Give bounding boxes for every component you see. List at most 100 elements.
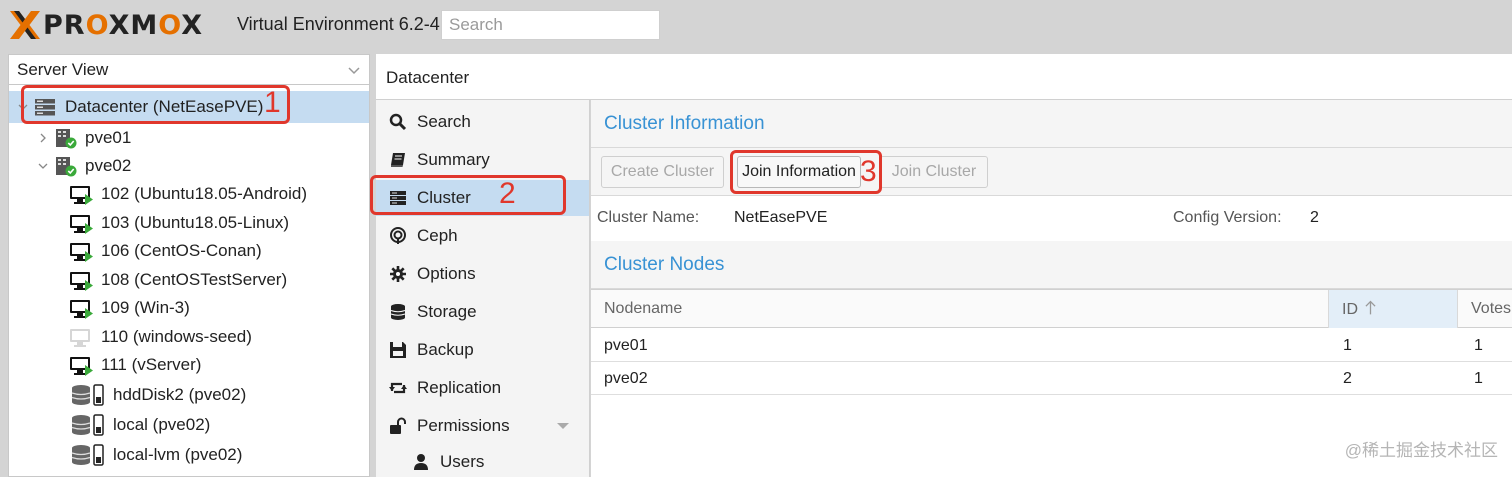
proxmox-logo: PROXMOX bbox=[8, 8, 203, 42]
nav-item-label: Ceph bbox=[417, 226, 458, 245]
nav-item-ceph[interactable]: Ceph bbox=[376, 218, 589, 254]
tree-item-label: 103 (Ubuntu18.05-Linux) bbox=[101, 212, 290, 232]
config-version-value: 2 bbox=[1310, 209, 1319, 226]
cluster-nodes-title: Cluster Nodes bbox=[591, 241, 1512, 289]
join-cluster-button[interactable]: Join Cluster bbox=[880, 156, 988, 188]
nav-item-label: Options bbox=[417, 264, 476, 283]
cluster-info-row: Cluster Name: NetEasePVE Config Version:… bbox=[591, 197, 1512, 241]
tree-item-label: 102 (Ubuntu18.05-Android) bbox=[101, 183, 308, 203]
chevron-down-icon bbox=[348, 66, 360, 74]
cell-id: 1 bbox=[1343, 337, 1352, 354]
tree-item-vm[interactable]: 102 (Ubuntu18.05-Android) bbox=[9, 179, 369, 208]
search-icon bbox=[389, 113, 407, 131]
annotation-number: 1 bbox=[264, 86, 281, 119]
nav-item-label: Replication bbox=[417, 378, 502, 397]
tree-item-vm[interactable]: 108 (CentOSTestServer) bbox=[9, 265, 369, 294]
logo-wordmark: PROXMOX bbox=[43, 9, 204, 41]
cell-votes: 1 bbox=[1474, 337, 1483, 354]
annotation-number: 2 bbox=[499, 177, 516, 210]
gear-icon bbox=[390, 266, 406, 282]
tree-item-label: local (pve02) bbox=[113, 415, 211, 434]
database-icon bbox=[390, 304, 406, 320]
cell-nodename: pve02 bbox=[604, 370, 648, 387]
user-icon bbox=[414, 454, 428, 470]
create-cluster-button[interactable]: Create Cluster bbox=[601, 156, 724, 188]
cluster-name-label: Cluster Name: bbox=[597, 209, 700, 226]
nav-item-backup[interactable]: Backup bbox=[376, 332, 589, 368]
vm-running-icon bbox=[70, 299, 93, 319]
tree-item-vm[interactable]: 109 (Win-3) bbox=[9, 293, 369, 322]
nav-item-label: Backup bbox=[417, 340, 474, 359]
vm-running-icon bbox=[70, 356, 93, 376]
retweet-icon bbox=[389, 382, 407, 394]
view-selector[interactable]: Server View bbox=[9, 55, 369, 85]
vm-stopped-icon bbox=[70, 328, 90, 347]
column-label: Nodename bbox=[604, 300, 683, 317]
book-icon bbox=[391, 153, 405, 167]
nav-item-summary[interactable]: Summary bbox=[376, 142, 589, 178]
tree-item-label: pve02 bbox=[85, 156, 132, 175]
nav-item-replication[interactable]: Replication bbox=[376, 370, 589, 406]
tree-item-label: hddDisk2 (pve02) bbox=[113, 385, 247, 404]
sort-ascending-icon bbox=[1365, 300, 1376, 315]
tree-item-label: 111 (vServer) bbox=[101, 354, 202, 374]
tree-item-storage[interactable]: local-lvm (pve02) bbox=[9, 440, 369, 470]
tree-item-node[interactable]: pve02 bbox=[9, 151, 369, 181]
table-row[interactable]: pve01 1 1 bbox=[591, 329, 1512, 362]
floppy-icon bbox=[390, 342, 406, 358]
tree-item-label: local-lvm (pve02) bbox=[113, 445, 243, 464]
storage-icon bbox=[71, 444, 104, 466]
nav-item-search[interactable]: Search bbox=[376, 104, 589, 140]
tree-item-label: pve01 bbox=[85, 128, 132, 147]
nav-item-label: Search bbox=[417, 112, 471, 131]
tree-item-storage[interactable]: local (pve02) bbox=[9, 410, 369, 440]
annotation-number: 3 bbox=[860, 155, 877, 188]
annotation-box bbox=[370, 175, 566, 215]
tree-item-node[interactable]: pve01 bbox=[9, 123, 369, 153]
storage-icon bbox=[71, 414, 104, 436]
annotation-box bbox=[21, 85, 290, 124]
cell-votes: 1 bbox=[1474, 370, 1483, 387]
watermark: @稀土掘金技术社区 bbox=[1344, 441, 1498, 460]
config-version-label: Config Version: bbox=[1173, 209, 1282, 226]
nav-item-options[interactable]: Options bbox=[376, 256, 589, 292]
proxmox-x-icon bbox=[10, 11, 40, 39]
tree-item-vm[interactable]: 103 (Ubuntu18.05-Linux) bbox=[9, 208, 369, 237]
nav-item-permissions[interactable]: Permissions bbox=[376, 408, 589, 444]
tree-item-vm[interactable]: 110 (windows-seed) bbox=[9, 322, 369, 351]
cluster-name-value: NetEasePVE bbox=[734, 209, 828, 226]
tree-item-label: 106 (CentOS-Conan) bbox=[101, 240, 262, 260]
nav-item-storage[interactable]: Storage bbox=[376, 294, 589, 330]
table-row[interactable]: pve02 2 1 bbox=[591, 362, 1512, 395]
chevron-right-icon bbox=[40, 133, 46, 143]
column-nodename[interactable]: Nodename bbox=[591, 290, 1329, 328]
storage-icon bbox=[71, 384, 104, 406]
nodes-grid-header: Nodename ID Votes bbox=[591, 289, 1512, 328]
vm-running-icon bbox=[70, 271, 93, 291]
view-selector-label: Server View bbox=[17, 59, 109, 79]
panel-title: Datacenter bbox=[376, 54, 1512, 100]
tree-item-label: 108 (CentOSTestServer) bbox=[101, 269, 288, 289]
cluster-information-title: Cluster Information bbox=[591, 100, 1512, 148]
cell-id: 2 bbox=[1343, 370, 1352, 387]
nav-item-label: Summary bbox=[417, 150, 490, 169]
tree-item-label: 110 (windows-seed) bbox=[101, 326, 252, 346]
nav-item-users[interactable]: Users bbox=[376, 444, 589, 477]
vm-running-icon bbox=[70, 214, 93, 234]
product-version: Virtual Environment 6.2-4 bbox=[237, 14, 440, 34]
nav-item-label: Permissions bbox=[417, 416, 510, 435]
nav-item-label: Users bbox=[440, 452, 485, 471]
ceph-icon bbox=[390, 227, 406, 244]
tree-item-vm[interactable]: 111 (vServer) bbox=[9, 350, 369, 379]
datacenter-nav: Search Summary Cluster Ceph Options Stor… bbox=[376, 100, 590, 477]
column-votes[interactable]: Votes bbox=[1458, 290, 1512, 328]
tree-item-storage[interactable]: hddDisk2 (pve02) bbox=[9, 380, 369, 410]
search-input[interactable]: Search bbox=[441, 10, 660, 40]
expand-caret-icon[interactable] bbox=[557, 423, 569, 429]
tree-item-vm[interactable]: 106 (CentOS-Conan) bbox=[9, 236, 369, 265]
column-id[interactable]: ID bbox=[1329, 290, 1458, 328]
tree-item-label: 109 (Win-3) bbox=[101, 297, 190, 317]
unlock-icon bbox=[390, 417, 406, 434]
vm-running-icon bbox=[70, 242, 93, 262]
column-label: ID bbox=[1342, 301, 1358, 318]
